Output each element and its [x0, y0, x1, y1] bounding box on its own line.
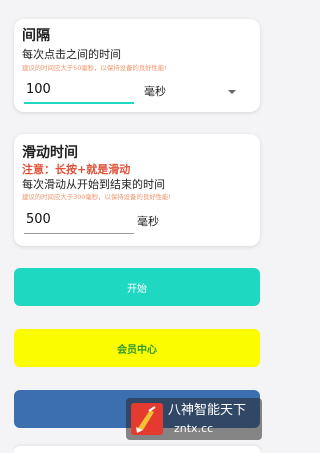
swipe-subtitle: 每次滑动从开始到结束的时间 — [22, 178, 165, 191]
interval-tip: 建议的时间应大于50毫秒，以保持设备的良好性能! — [22, 64, 167, 72]
broom-logo-icon — [131, 403, 163, 435]
interval-title: 间隔 — [22, 28, 50, 44]
watermark-url: zntx.cc — [174, 422, 214, 435]
interval-card: 间隔 每次点击之间的时间 建议的时间应大于50毫秒，以保持设备的良好性能! 10… — [14, 19, 260, 112]
interval-unit: 毫秒 — [144, 85, 166, 98]
swipe-title: 滑动时间 — [22, 145, 78, 161]
interval-input[interactable]: 100 — [24, 80, 134, 104]
swipe-input-value: 500 — [26, 212, 51, 227]
interval-input-value: 100 — [26, 82, 51, 97]
bottom-card-edge — [14, 446, 260, 453]
swipe-tip: 建议的时间应大于300毫秒，以保持设备的良好性能! — [22, 193, 171, 201]
swipe-card: 滑动时间 注意：长按+就是滑动 每次滑动从开始到结束的时间 建议的时间应大于30… — [14, 134, 260, 246]
swipe-input[interactable]: 500 — [24, 210, 134, 234]
swipe-warning: 注意：长按+就是滑动 — [22, 163, 131, 176]
interval-subtitle: 每次点击之间的时间 — [22, 48, 121, 61]
watermark-title: 八神智能天下 — [168, 403, 247, 418]
start-button[interactable]: 开始 — [14, 268, 260, 306]
swipe-input-underline — [24, 233, 134, 234]
vip-center-button[interactable]: 会员中心 — [14, 329, 260, 367]
interval-input-underline — [24, 102, 134, 104]
swipe-unit: 毫秒 — [137, 215, 159, 228]
watermark: 八神智能天下 zntx.cc — [126, 398, 262, 440]
chevron-down-icon[interactable] — [228, 90, 236, 94]
